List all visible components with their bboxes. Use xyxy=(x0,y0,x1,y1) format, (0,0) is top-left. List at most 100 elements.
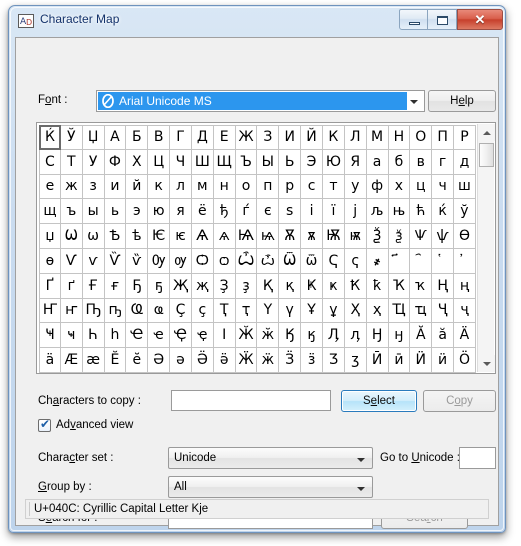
character-cell[interactable]: Ұ xyxy=(301,298,323,324)
character-cell[interactable]: ӥ xyxy=(432,348,455,373)
character-cell[interactable]: ӛ xyxy=(213,348,236,373)
character-cell[interactable]: ҳ xyxy=(366,298,389,324)
font-combobox[interactable]: Arial Unicode MS xyxy=(96,90,425,112)
character-cell[interactable]: Ґ xyxy=(39,273,61,299)
character-cell[interactable]: Ҝ xyxy=(301,273,323,299)
character-cell[interactable]: ћ xyxy=(410,199,433,225)
character-set-arrow[interactable] xyxy=(353,450,370,468)
character-cell[interactable]: О xyxy=(410,125,433,150)
character-cell[interactable]: м xyxy=(191,174,214,200)
character-cell[interactable]: ѵ xyxy=(82,248,105,274)
character-cell[interactable]: ч xyxy=(432,174,455,200)
group-by-arrow[interactable] xyxy=(353,479,370,497)
character-cell[interactable]: қ xyxy=(279,273,302,299)
character-cell[interactable]: В xyxy=(148,125,171,150)
character-cell[interactable]: ҿ xyxy=(191,323,214,349)
character-cell[interactable]: Ѡ xyxy=(60,224,83,249)
character-cell[interactable]: й xyxy=(126,174,149,200)
character-cell[interactable]: Ж xyxy=(235,125,258,150)
grid-vertical-scrollbar[interactable] xyxy=(477,124,495,372)
character-cell[interactable]: Қ xyxy=(257,273,280,299)
character-cell[interactable]: җ xyxy=(191,273,214,299)
character-cell[interactable]: ҭ xyxy=(235,298,258,324)
character-cell[interactable]: ґ xyxy=(60,273,83,299)
character-set-combobox[interactable]: Unicode xyxy=(168,447,373,469)
character-cell[interactable]: ҽ xyxy=(148,323,171,349)
character-cell[interactable]: Җ xyxy=(170,273,192,299)
character-cell[interactable]: Ѯ xyxy=(366,224,389,249)
advanced-view-label[interactable]: Advanced view xyxy=(56,419,133,431)
character-cell[interactable]: Ҩ xyxy=(126,298,149,324)
character-cell[interactable]: ӡ xyxy=(344,348,367,373)
character-cell[interactable]: З xyxy=(257,125,280,150)
character-cell[interactable]: У xyxy=(82,149,105,175)
character-cell[interactable]: Щ xyxy=(213,149,236,175)
character-cell[interactable]: Ӓ xyxy=(454,323,476,349)
character-cell[interactable]: ў xyxy=(454,199,476,225)
character-cell[interactable]: э xyxy=(126,199,149,225)
character-cell[interactable]: Ѿ xyxy=(279,248,302,274)
character-cell[interactable]: ә xyxy=(170,348,192,373)
character-cell[interactable]: ӓ xyxy=(39,348,61,373)
character-cell[interactable]: Ӆ xyxy=(322,323,345,349)
character-cell[interactable]: Ц xyxy=(148,149,171,175)
character-cell[interactable]: щ xyxy=(39,199,61,225)
character-cell[interactable]: Ӈ xyxy=(366,323,389,349)
scroll-down-button[interactable] xyxy=(478,355,495,372)
character-cell[interactable]: ѷ xyxy=(126,248,149,274)
character-cell[interactable]: р xyxy=(279,174,302,200)
character-cell[interactable]: М xyxy=(366,125,389,150)
character-cell[interactable]: ѩ xyxy=(257,224,280,249)
go-to-unicode-input[interactable] xyxy=(459,447,496,469)
character-cell[interactable]: Ӝ xyxy=(235,348,258,373)
scrollbar-thumb[interactable] xyxy=(479,143,494,167)
character-cell[interactable]: ѻ xyxy=(213,248,236,274)
character-cell[interactable]: Ӄ xyxy=(279,323,302,349)
character-cell[interactable]: Һ xyxy=(82,323,105,349)
character-cell[interactable]: ѹ xyxy=(170,248,192,274)
character-cell[interactable]: ї xyxy=(322,199,345,225)
character-cell[interactable]: ү xyxy=(279,298,302,324)
character-cell[interactable]: ҥ xyxy=(60,298,83,324)
character-cell[interactable]: ф xyxy=(366,174,389,200)
character-cell[interactable]: ӣ xyxy=(388,348,411,373)
scroll-up-button[interactable] xyxy=(478,124,495,141)
character-cell[interactable]: ӑ xyxy=(432,323,455,349)
character-cell[interactable]: ј xyxy=(344,199,367,225)
select-button[interactable]: Select xyxy=(341,390,417,412)
character-cell[interactable]: Ӂ xyxy=(235,323,258,349)
advanced-view-checkbox[interactable]: ✔ xyxy=(38,418,51,432)
minimize-button[interactable] xyxy=(399,9,428,30)
character-cell[interactable]: ю xyxy=(148,199,171,225)
character-cell[interactable]: Н xyxy=(388,125,411,150)
character-grid-panel[interactable]: ЌЎЏАБВГДЕЖЗИЙКЛМНОПР СТУФХЦЧШЩЪЫЬЭЮЯабвгд… xyxy=(36,122,496,374)
character-cell[interactable]: ҧ xyxy=(104,298,127,324)
character-cell[interactable]: Ӟ xyxy=(279,348,302,373)
character-cell[interactable]: ы xyxy=(82,199,105,225)
character-cell[interactable]: з xyxy=(82,174,105,200)
character-cell[interactable]: Ӕ xyxy=(60,348,83,373)
character-cell[interactable]: һ xyxy=(104,323,127,349)
character-cell[interactable]: ҂ xyxy=(366,248,389,274)
character-cell[interactable]: Ҕ xyxy=(126,273,149,299)
character-cell[interactable]: И xyxy=(279,125,302,150)
character-cell[interactable]: Ҷ xyxy=(432,298,455,324)
character-cell[interactable]: я xyxy=(170,199,192,225)
character-cell[interactable]: ѳ xyxy=(39,248,61,274)
character-cell[interactable]: а xyxy=(366,149,389,175)
character-cell[interactable]: ќ xyxy=(432,199,455,225)
character-cell[interactable]: ҁ xyxy=(344,248,367,274)
character-cell[interactable]: ң xyxy=(454,273,476,299)
character-cell[interactable]: ғ xyxy=(104,273,127,299)
character-cell[interactable]: ђ xyxy=(213,199,236,225)
character-cell[interactable]: Ҥ xyxy=(39,298,61,324)
character-cell[interactable]: Ң xyxy=(432,273,455,299)
character-cell[interactable]: Ҽ xyxy=(126,323,149,349)
character-cell[interactable]: ѕ xyxy=(279,199,302,225)
character-cell[interactable]: Л xyxy=(344,125,367,150)
character-cell[interactable]: ҅ xyxy=(432,248,455,274)
character-cell[interactable]: Ў xyxy=(60,125,83,150)
character-cell[interactable]: Ы xyxy=(257,149,280,175)
character-cell[interactable]: б xyxy=(388,149,411,175)
character-cell[interactable]: і xyxy=(301,199,323,225)
